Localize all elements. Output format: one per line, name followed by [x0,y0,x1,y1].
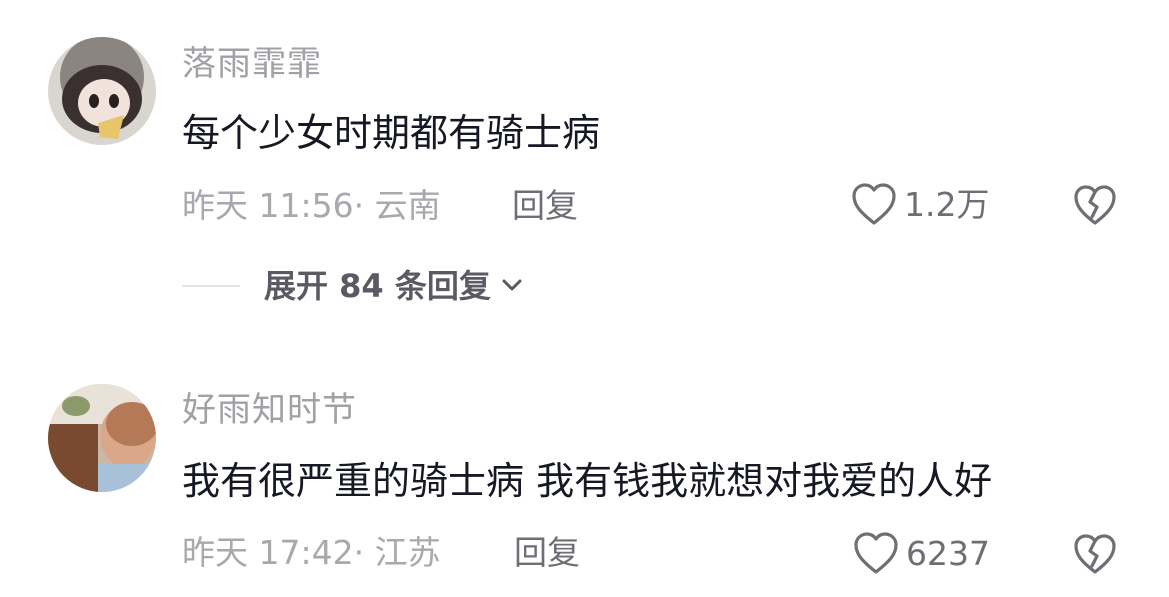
broken-heart-icon [1072,185,1118,231]
like-count: 1.2万 [904,184,990,224]
comment-text: 我有很严重的骑士病 我有钱我就想对我爱的人好 [182,459,993,503]
username[interactable]: 落雨霏霏 [182,47,322,81]
chevron-down-icon[interactable] [501,277,523,296]
dislike-button[interactable] [1072,183,1118,231]
heart-outline-icon [852,530,900,576]
avatar[interactable] [48,384,156,492]
comment-text: 每个少女时期都有骑士病 [182,111,601,155]
expand-replies-label[interactable]: 展开 84 条回复 [264,270,491,302]
broken-heart-icon [1072,534,1118,580]
like-count: 6237 [906,533,990,573]
reply-button[interactable]: 回复 [514,536,580,569]
reply-button[interactable]: 回复 [512,189,578,222]
username[interactable]: 好雨知时节 [182,393,357,427]
heart-outline-icon [850,181,898,227]
expand-replies[interactable]: 展开 84 条回复 [182,270,523,302]
like-button[interactable]: 6237 [852,530,990,576]
dislike-button[interactable] [1072,532,1118,580]
divider [182,285,240,287]
like-button[interactable]: 1.2万 [850,181,989,227]
comment-meta: 昨天 11:56· 云南 [182,186,441,225]
comment-meta: 昨天 17:42· 江苏 [182,533,441,572]
avatar[interactable] [48,37,156,145]
